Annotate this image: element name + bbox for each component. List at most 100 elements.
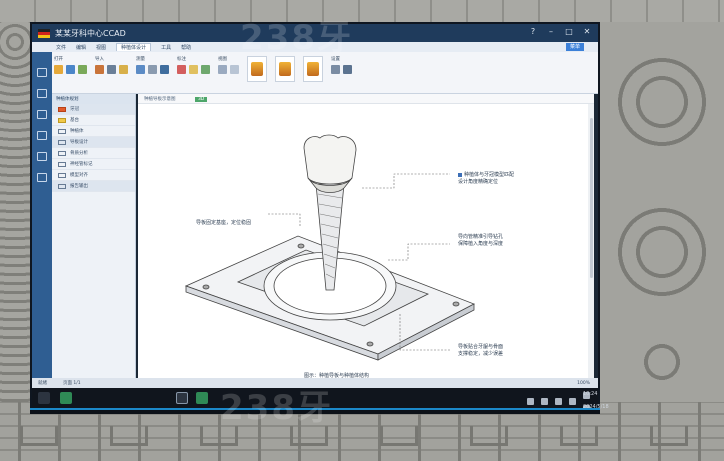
nav-item-report[interactable]: 报告输出 <box>52 181 135 192</box>
clock-icon[interactable] <box>37 131 47 140</box>
tooth-icon <box>251 62 263 76</box>
save-icon[interactable] <box>66 65 75 74</box>
ribbon-group-label: 打开 <box>54 57 63 62</box>
stone-key-pattern <box>110 426 148 446</box>
settings-icon[interactable] <box>37 173 47 182</box>
drawing-canvas[interactable]: 种植导板示意图 3D 种植体与牙冠模型匹配 设计角度精确定位 导板固定基座，定位… <box>138 94 594 398</box>
sliders-icon[interactable] <box>343 65 352 74</box>
app-logo-icon <box>38 28 50 38</box>
ribbon-group-label: 导入 <box>95 57 104 62</box>
layers-icon[interactable] <box>37 89 47 98</box>
grid-icon[interactable] <box>218 65 227 74</box>
clock-time: 10:24 <box>583 391 598 399</box>
tab-implant-design[interactable]: 种植体设计 <box>116 43 152 51</box>
pen-icon[interactable] <box>177 65 186 74</box>
chart-icon[interactable] <box>37 152 47 161</box>
tab-help[interactable]: 帮助 <box>181 44 191 51</box>
zoom-level[interactable]: 100% <box>577 381 590 386</box>
nav-item-implant[interactable]: 种植体 <box>52 126 135 137</box>
cube-icon[interactable] <box>37 110 47 119</box>
ribbon-group-measure: 测量 <box>136 56 169 93</box>
minimize-icon[interactable]: – <box>546 27 556 37</box>
report-icon <box>58 183 66 189</box>
stone-key-pattern <box>290 426 328 446</box>
network-icon[interactable] <box>527 398 534 406</box>
gear-icon[interactable] <box>331 65 340 74</box>
tooth-model-button[interactable] <box>247 56 267 82</box>
vertical-scrollbar[interactable] <box>588 104 594 398</box>
import-icon[interactable] <box>95 65 104 74</box>
tab-tools[interactable]: 工具 <box>161 44 171 51</box>
left-icon-strip <box>32 52 52 398</box>
tab-view[interactable]: 视图 <box>96 44 106 51</box>
nav-item-abutment[interactable]: 基台 <box>52 115 135 126</box>
stone-key-pattern <box>650 426 688 446</box>
angle-icon[interactable] <box>148 65 157 74</box>
screw-hole <box>366 341 374 347</box>
battery-icon[interactable] <box>555 398 562 406</box>
crown-icon <box>58 106 66 112</box>
scan-icon[interactable] <box>107 65 116 74</box>
nav-header: 种植体规划 <box>52 94 135 104</box>
leader-line <box>362 173 450 189</box>
screw-hole <box>297 243 305 249</box>
align-icon <box>58 172 66 178</box>
app-icon[interactable] <box>60 392 72 404</box>
scrollbar-thumb[interactable] <box>589 118 593 278</box>
implant-icon <box>58 128 66 134</box>
leader-line <box>388 243 450 261</box>
photo-scene: 某某牙科中心CCAD ? – □ ✕ 文件 编辑 视图 种植体设计 工具 帮助 … <box>0 0 724 461</box>
menu-button[interactable]: 菜单 <box>566 43 584 51</box>
ruler-icon[interactable] <box>136 65 145 74</box>
implant-icon <box>279 62 291 76</box>
nav-item-label: 神经管标记 <box>70 162 93 167</box>
input-method-icon[interactable] <box>569 398 576 406</box>
callout-crown-implant: 种植体与牙冠模型匹配 设计角度精确定位 <box>458 172 558 186</box>
patient-button[interactable] <box>303 56 323 82</box>
cad-app-icon[interactable] <box>196 392 208 404</box>
tab-edit[interactable]: 编辑 <box>76 44 86 51</box>
screw-hole <box>202 284 210 290</box>
nav-item-guide-design[interactable]: 导板设计 <box>52 137 135 148</box>
canvas-tab-bar: 种植导板示意图 3D <box>138 94 594 104</box>
navigation-panel: 种植体规划 牙冠 基台 种植体 导板设计 骨质分析 神经管标记 模型对齐 报告输… <box>52 94 136 398</box>
note-icon[interactable] <box>189 65 198 74</box>
nav-item-label: 种植体 <box>70 129 84 134</box>
nav-item-label: 骨质分析 <box>70 151 88 156</box>
folder-icon[interactable] <box>54 65 63 74</box>
volume-icon[interactable] <box>541 398 548 406</box>
ribbon-group-annotate: 标注 <box>177 56 210 93</box>
nerve-icon <box>58 161 66 167</box>
taskview-icon[interactable] <box>176 392 188 404</box>
close-icon[interactable]: ✕ <box>582 27 592 37</box>
nav-item-crown[interactable]: 牙冠 <box>52 104 135 115</box>
callout-fit: 导板贴合牙龈与骨面 支撑稳定，减少误差 <box>458 344 504 357</box>
ribbon-group-settings: 设置 <box>331 56 352 93</box>
image-icon[interactable] <box>119 65 128 74</box>
bone-icon <box>58 150 66 156</box>
nav-item-model-align[interactable]: 模型对齐 <box>52 170 135 181</box>
patient-icon <box>307 62 319 76</box>
callout-text: 种植体与牙冠模型匹配 设计角度精确定位 <box>458 172 515 185</box>
distance-icon[interactable] <box>160 65 169 74</box>
stone-key-pattern <box>200 426 238 446</box>
ribbon-group-label: 视图 <box>218 57 227 62</box>
watermark: 238牙 <box>240 18 353 58</box>
help-icon[interactable]: ? <box>528 27 538 37</box>
nav-item-nerve-canal[interactable]: 神经管标记 <box>52 159 135 170</box>
start-icon[interactable] <box>38 392 50 404</box>
home-icon[interactable] <box>37 68 47 77</box>
maximize-icon[interactable]: □ <box>564 27 574 37</box>
text-icon[interactable] <box>201 65 210 74</box>
export-icon[interactable] <box>78 65 87 74</box>
canvas-tab-label[interactable]: 种植导板示意图 <box>144 97 176 102</box>
window-controls: ? – □ ✕ <box>528 27 592 37</box>
nav-item-bone-analysis[interactable]: 骨质分析 <box>52 148 135 159</box>
window-title: 某某牙科中心CCAD <box>55 28 126 38</box>
stone-frame-left <box>0 22 30 402</box>
guide-icon <box>58 139 66 145</box>
tab-file[interactable]: 文件 <box>56 44 66 51</box>
layout-icon[interactable] <box>230 65 239 74</box>
implant-library-button[interactable] <box>275 56 295 82</box>
abutment-icon <box>58 117 66 123</box>
